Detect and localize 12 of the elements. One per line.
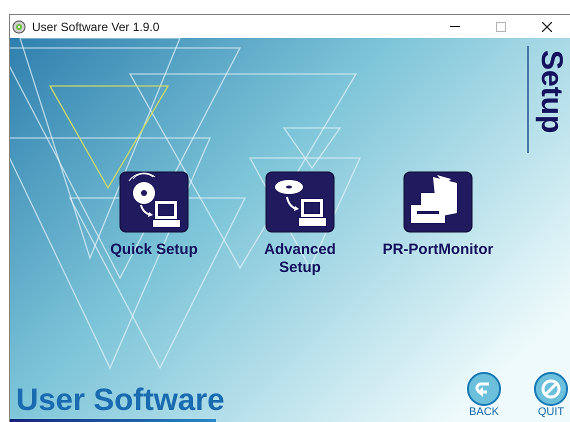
close-icon [542, 22, 552, 32]
maximize-icon [496, 22, 506, 32]
cd-computer-icon [265, 171, 335, 233]
printer-icon [403, 171, 473, 233]
brand-title: User Software [16, 384, 224, 415]
minimize-icon [450, 26, 460, 27]
back-button[interactable]: BACK [465, 372, 503, 418]
section-title: Setup [536, 50, 566, 134]
cd-computer-icon [119, 171, 189, 233]
quit-icon [534, 372, 568, 406]
quit-button[interactable]: QUIT [532, 372, 570, 418]
window-title: User Software Ver 1.9.0 [32, 18, 160, 36]
